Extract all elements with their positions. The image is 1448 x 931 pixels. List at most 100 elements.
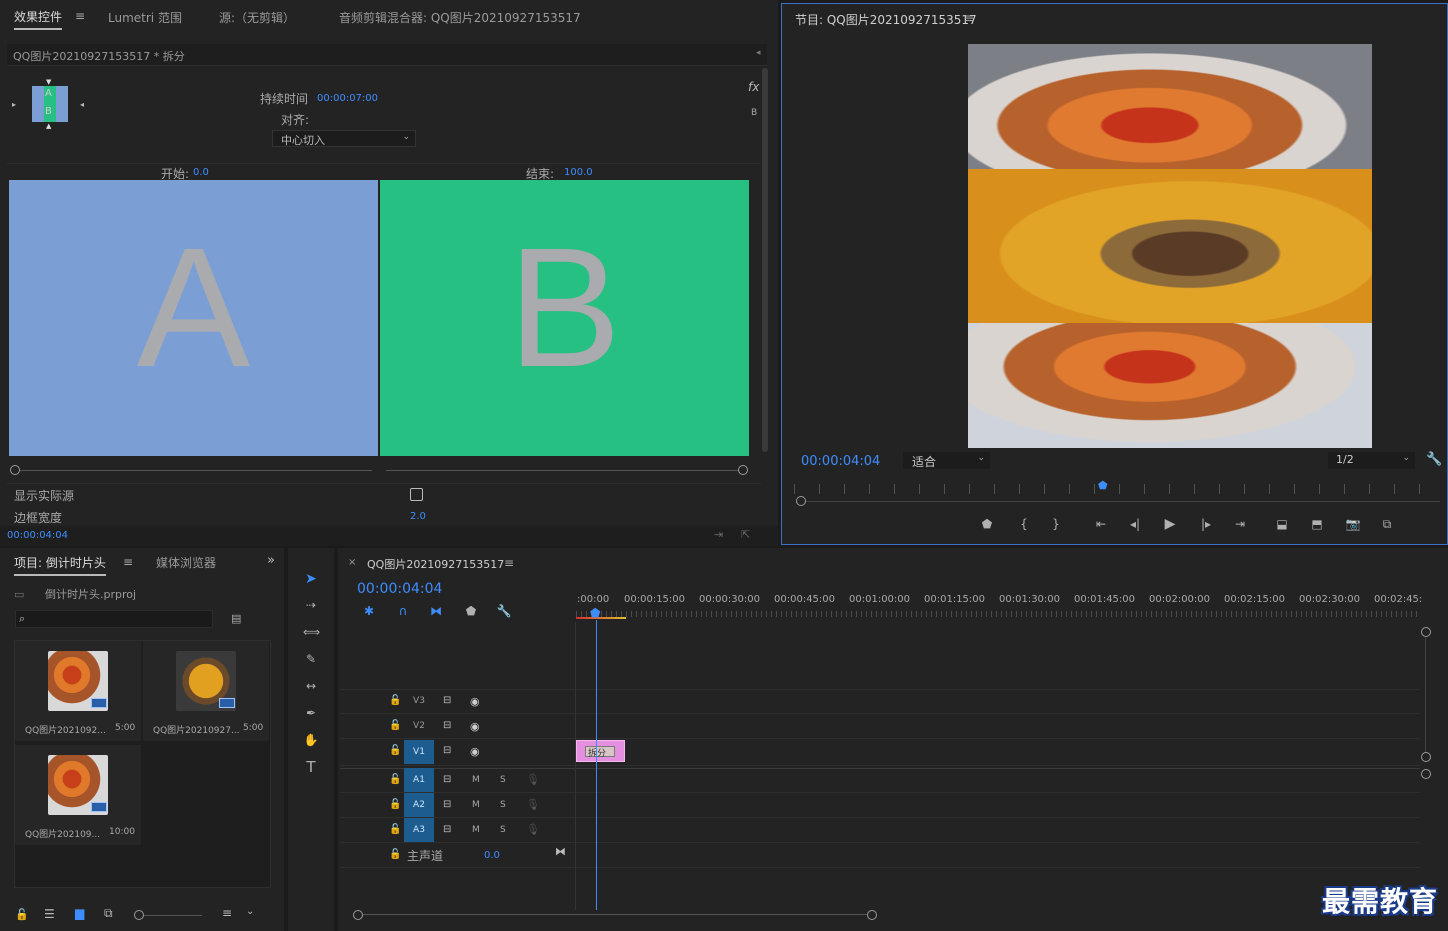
mute-button[interactable]: M [472,800,480,810]
master-volume-value[interactable]: 0.0 [484,850,500,861]
duration-value[interactable]: 00:00:07:00 [317,93,378,104]
start-value[interactable]: 0.0 [193,167,209,178]
sync-lock-icon[interactable]: ⊟ [443,774,451,785]
hand-tool-icon[interactable]: ✋ [303,733,319,747]
timeline-timecode[interactable]: 00:00:04:04 [357,581,442,597]
tab-effect-controls[interactable]: 效果控件 [14,8,63,30]
vertical-scroll-handle-bottom[interactable] [1421,752,1431,762]
export-icon[interactable]: ⇥ [714,528,723,541]
tab-source[interactable]: 源:（无剪辑） [219,9,295,26]
lock-icon[interactable]: 🔓 [389,720,401,731]
panel-menu-icon[interactable]: ≡ [964,11,974,25]
effects-timecode[interactable]: 00:00:04:04 [7,530,68,541]
search-input[interactable]: ⌕ [15,610,213,628]
microphone-icon[interactable]: 🎙 [526,798,540,811]
vertical-scrollbar[interactable] [762,68,768,452]
sequence-title[interactable]: QQ图片20210927153517 [367,556,504,572]
track-select-tool-icon[interactable]: ⇢ [303,598,319,612]
lock-icon[interactable]: 🔓 [389,824,401,835]
thumb-arrow-left-icon[interactable]: ▸ [12,100,16,109]
extract-icon[interactable]: ⬒ [1309,517,1325,531]
list-item[interactable]: QQ图片202109... 10:00 [15,745,141,845]
list-item[interactable]: QQ图片2021092... 5:00 [15,641,141,741]
program-scroll-track[interactable] [796,501,1440,502]
mark-in-icon[interactable]: { [1016,517,1032,531]
add-marker-icon[interactable]: ⬟ [463,604,479,618]
align-dropdown[interactable]: 中心切入 ⌄ [272,130,416,147]
end-slider-handle[interactable] [738,465,748,475]
program-timecode[interactable]: 00:00:04:04 [801,454,880,469]
end-slider[interactable] [386,470,742,471]
transition-clip[interactable]: 拆分 [576,740,625,762]
eye-icon[interactable]: ◉ [470,720,480,733]
audio-scroll-handle[interactable] [1421,769,1431,779]
horizontal-scroll-handle-right[interactable] [867,910,877,920]
tab-media-browser[interactable]: 媒体浏览器 [156,554,216,571]
list-item[interactable]: QQ图片20210927... 5:00 [143,641,269,741]
vertical-scroll-handle-top[interactable] [1421,627,1431,637]
horizontal-scroll-handle-left[interactable] [353,910,363,920]
microphone-icon[interactable]: 🎙 [526,773,540,786]
go-to-out-icon[interactable]: ⇥ [1232,517,1248,531]
panel-menu-icon[interactable]: ≡ [123,555,133,569]
border-width-value[interactable]: 2.0 [410,511,426,522]
selection-tool-icon[interactable]: ➤ [303,572,319,586]
start-slider[interactable] [14,470,372,471]
tab-project[interactable]: 项目: 倒计时片头 [14,554,106,576]
solo-button[interactable]: S [500,775,506,785]
track-target-v2[interactable]: V2 [404,714,434,738]
track-target-v3[interactable]: V3 [404,689,434,713]
pen-tool-icon[interactable]: ✒ [303,706,319,720]
step-back-icon[interactable]: ◂| [1127,517,1143,531]
lift-icon[interactable]: ⬓ [1274,517,1290,531]
razor-tool-icon[interactable]: ✎ [303,652,319,666]
track-target-a2[interactable]: A2 [404,793,434,817]
lock-icon[interactable]: 🔓 [389,799,401,810]
sync-lock-icon[interactable]: ⊟ [443,824,451,835]
zoom-slider-handle[interactable] [134,910,144,920]
program-ruler[interactable] [794,484,1442,494]
track-target-v1[interactable]: V1 [404,740,434,764]
fit-dropdown[interactable]: 适合 ⌄ [903,452,990,469]
type-tool-icon[interactable]: T [303,760,319,775]
go-to-endpoints-icon[interactable]: ⧓ [555,845,566,858]
snap-icon[interactable]: ✱ [361,604,377,618]
show-source-checkbox[interactable] [410,488,423,501]
timeline-playhead-icon[interactable]: ⬟ [590,606,600,620]
end-value[interactable]: 100.0 [564,167,593,178]
eye-icon[interactable]: ◉ [470,745,480,758]
solo-button[interactable]: S [500,825,506,835]
more-panels-icon[interactable]: » [267,553,275,568]
track-target-a3[interactable]: A3 [404,818,434,842]
mark-out-icon[interactable]: } [1048,517,1064,531]
panel-menu-icon[interactable]: ≡ [75,9,85,23]
thumb-arrow-top-icon[interactable]: ▼ [46,78,51,86]
list-view-icon[interactable]: ☰ [44,907,55,921]
panel-menu-icon[interactable]: ≡ [504,556,514,570]
camera-icon[interactable]: 📷 [1345,517,1361,531]
sync-lock-icon[interactable]: ⊟ [443,720,451,731]
zoom-slider[interactable] [144,915,202,916]
close-icon[interactable]: × [348,557,356,568]
lock-icon[interactable]: 🔓 [389,849,401,860]
go-to-in-icon[interactable]: ⇤ [1093,517,1109,531]
microphone-icon[interactable]: 🎙 [526,823,540,836]
step-forward-icon[interactable]: |▸ [1198,517,1214,531]
chevron-down-icon[interactable]: ⌄ [246,906,254,917]
wrench-icon[interactable]: 🔧 [496,604,512,618]
playhead-icon[interactable]: ⬟ [1098,479,1108,492]
thumb-arrow-bottom-icon[interactable]: ▲ [46,122,51,130]
lock-icon[interactable]: 🔓 [389,745,401,756]
resolution-dropdown[interactable]: 1/2 ⌄ [1328,452,1415,469]
lock-icon[interactable]: 🔓 [389,774,401,785]
magnet-icon[interactable]: ∩ [395,604,411,618]
wrench-icon[interactable]: 🔧 [1426,452,1442,467]
eye-icon[interactable]: ◉ [470,695,480,708]
lock-icon[interactable]: 🔓 [389,695,401,706]
track-target-a1[interactable]: A1 [404,768,434,792]
mute-button[interactable]: M [472,775,480,785]
start-slider-handle[interactable] [10,465,20,475]
sync-lock-icon[interactable]: ⊟ [443,695,451,706]
freeform-view-icon[interactable]: ⧉ [104,906,113,921]
horizontal-scroll-track[interactable] [358,914,872,915]
